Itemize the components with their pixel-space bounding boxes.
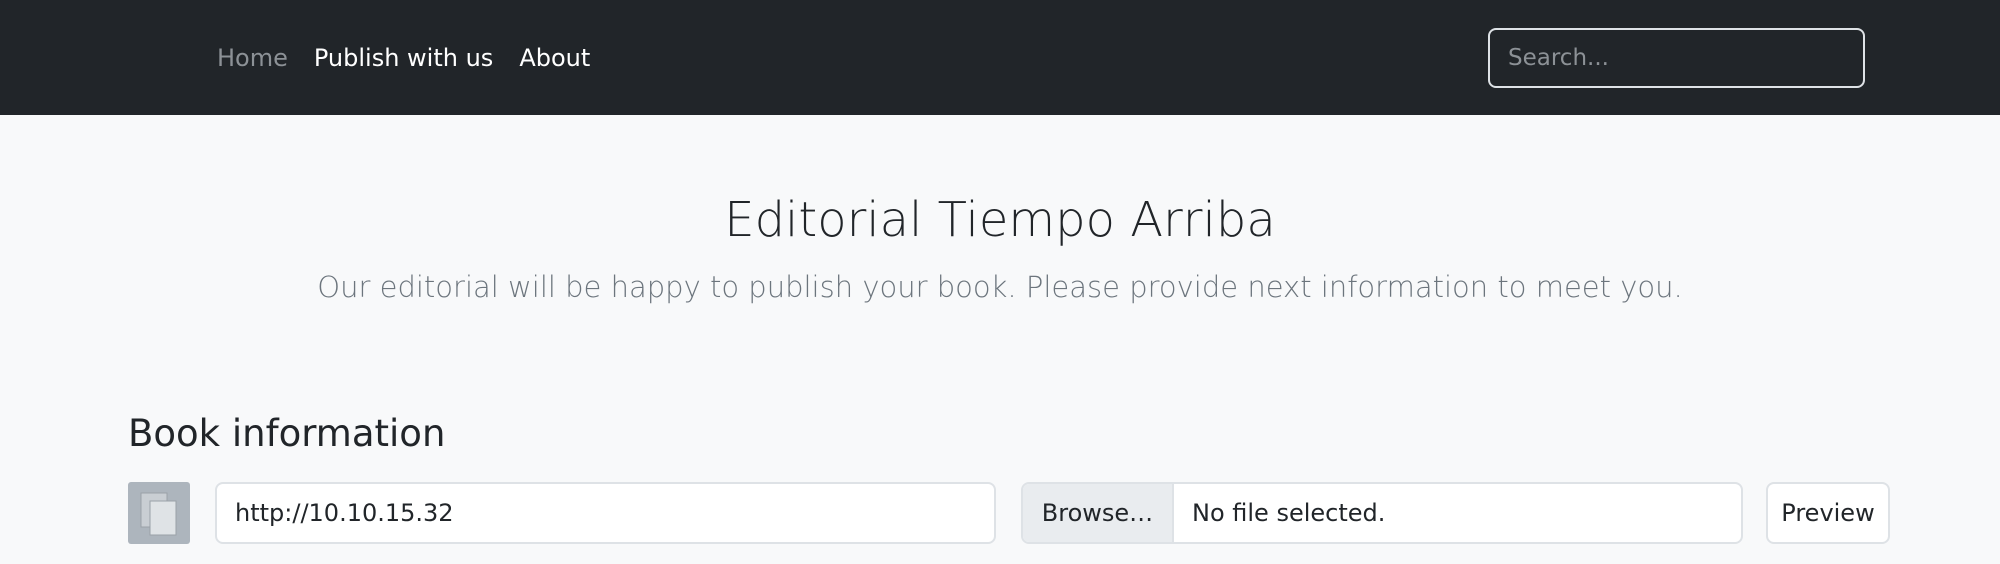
book-cover-thumbnail xyxy=(128,482,190,544)
nav-links: Home Publish with us About xyxy=(217,0,590,115)
navbar: Home Publish with us About xyxy=(0,0,2000,115)
file-status-text: No file selected. xyxy=(1192,499,1386,527)
page-title: Editorial Tiempo Arriba xyxy=(724,192,1276,248)
preview-button[interactable]: Preview xyxy=(1766,482,1890,544)
cover-url-input[interactable] xyxy=(215,482,996,544)
files-icon xyxy=(140,492,177,536)
file-upload-group: Browse… No file selected. xyxy=(1021,482,1743,544)
nav-link-home[interactable]: Home xyxy=(217,44,288,72)
search-input[interactable] xyxy=(1488,28,1865,88)
section-title-book-information: Book information xyxy=(128,412,446,455)
browse-button[interactable]: Browse… xyxy=(1023,484,1174,542)
page-subtitle: Our editorial will be happy to publish y… xyxy=(317,270,1683,304)
nav-link-publish[interactable]: Publish with us xyxy=(314,44,493,72)
nav-link-about[interactable]: About xyxy=(519,44,590,72)
